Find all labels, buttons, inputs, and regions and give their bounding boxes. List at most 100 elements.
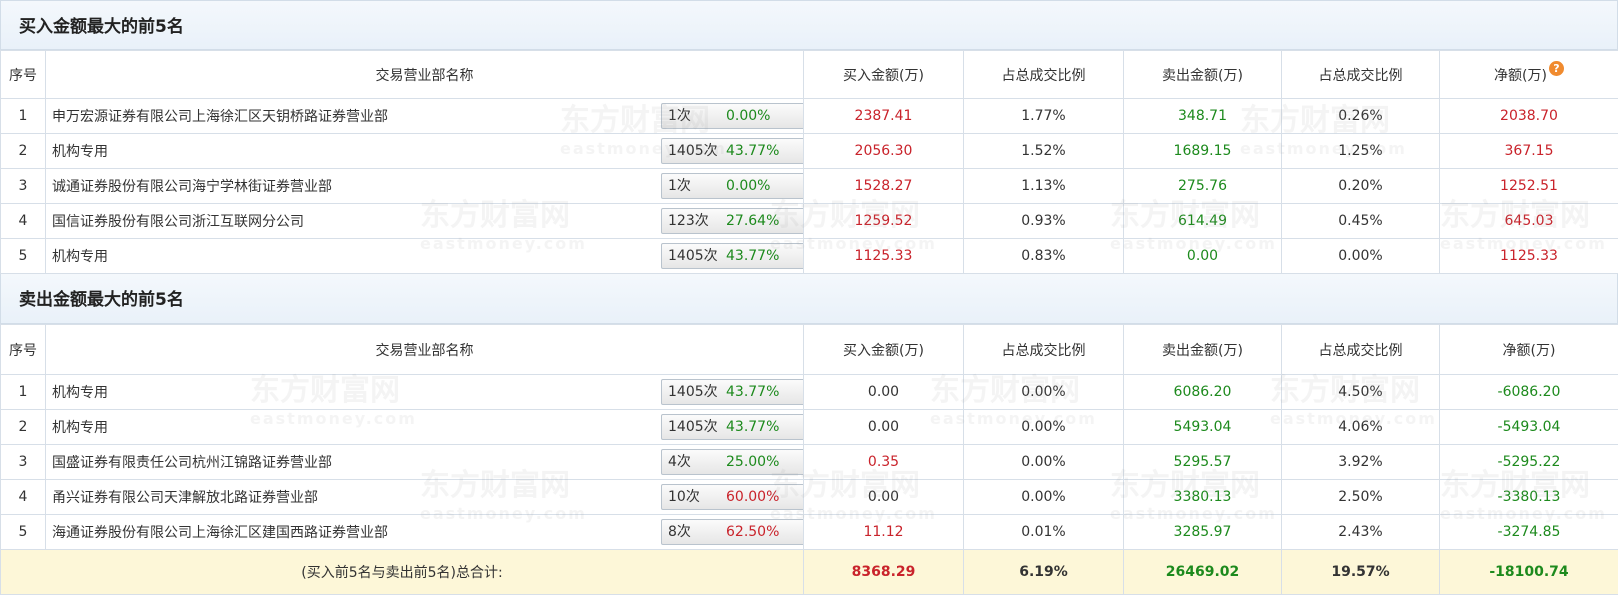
- broker-stats-button[interactable]: 1405次 43.77%: [661, 243, 803, 269]
- net-help-icon[interactable]: ?: [1548, 60, 1564, 76]
- table-row: 3 国盛证券有限责任公司杭州江锦路证券营业部 4次 25.00% 0.35 0.00% 52…: [0, 444, 1618, 480]
- sell-section-title: 卖出金额最大的前5名: [0, 274, 1618, 324]
- broker-stats-button[interactable]: 4次 25.00%: [661, 449, 803, 475]
- row-index: 3: [0, 168, 46, 204]
- dragon-tiger-board: 买入金额最大的前5名 序号 交易营业部名称 买入金额(万) 占总成交比例 卖出金…: [0, 0, 1618, 595]
- broker-name-cell: 申万宏源证券有限公司上海徐汇区天钥桥路证券营业部 1次0.00%?: [45, 98, 804, 134]
- sell-ratio: 0.20%: [1281, 168, 1440, 204]
- col-index: 序号: [0, 50, 46, 99]
- sell-amount: 1689.15: [1123, 133, 1282, 169]
- broker-stats-button[interactable]: 10次 60.00%: [661, 484, 803, 510]
- broker-stats-button[interactable]: 1次0.00%?: [661, 103, 803, 129]
- broker-name-cell: 国信证券股份有限公司浙江互联网分公司 123次 27.64%: [45, 203, 804, 239]
- table-row: 5 海通证券股份有限公司上海徐汇区建国西路证券营业部 8次 62.50% 11.12 0.…: [0, 514, 1618, 550]
- broker-name-link[interactable]: 机构专用: [52, 417, 108, 437]
- row-index: 5: [0, 238, 46, 274]
- row-index: 5: [0, 514, 46, 550]
- broker-stats-button[interactable]: 1405次 43.77%: [661, 138, 803, 164]
- broker-stats-button[interactable]: 8次 62.50%: [661, 519, 803, 545]
- broker-name-link[interactable]: 机构专用: [52, 246, 108, 266]
- buy-ratio: 0.83%: [963, 238, 1124, 274]
- sell-amount: 348.71: [1123, 98, 1282, 134]
- win-rate: 43.77%: [726, 143, 780, 159]
- net-amount: -3380.13: [1439, 479, 1618, 515]
- buy-ratio: 0.00%: [963, 479, 1124, 515]
- trade-count: 1405次: [668, 248, 718, 264]
- table-row: 2 机构专用 1405次 43.77% 2056.30 1.52% 1689.15 1.25%…: [0, 133, 1618, 169]
- col-broker-name: 交易营业部名称: [45, 50, 804, 99]
- broker-stats-button[interactable]: 1405次43.77%?: [661, 379, 803, 405]
- sell-amount: 0.00: [1123, 238, 1282, 274]
- net-amount: -3274.85: [1439, 514, 1618, 550]
- sell-amount: 3380.13: [1123, 479, 1282, 515]
- buy-amount: 0.00: [803, 409, 964, 445]
- broker-name-cell: 机构专用 1405次 43.77%: [45, 238, 804, 274]
- total-net-amount: -18100.74: [1439, 549, 1618, 595]
- buy-section-title: 买入金额最大的前5名: [0, 0, 1618, 50]
- broker-name-link[interactable]: 海通证券股份有限公司上海徐汇区建国西路证券营业部: [52, 522, 388, 542]
- buy-amount: 0.00: [803, 374, 964, 410]
- col-buy-ratio: 占总成交比例: [963, 50, 1124, 99]
- col-net-amount: 净额(万)?: [1439, 50, 1618, 99]
- buy-ratio: 0.93%: [963, 203, 1124, 239]
- sell-table-header-row: 序号 交易营业部名称 买入金额(万) 占总成交比例 卖出金额(万) 占总成交比例…: [0, 324, 1618, 375]
- buy-amount: 1528.27: [803, 168, 964, 204]
- table-row: 5 机构专用 1405次 43.77% 1125.33 0.83% 0.00 0.00% 112…: [0, 238, 1618, 274]
- row-index: 3: [0, 444, 46, 480]
- broker-name-cell: 诚通证券股份有限公司海宁学林街证券营业部 1次 0.00%: [45, 168, 804, 204]
- total-label: (买入前5名与卖出前5名)总合计:: [0, 549, 804, 595]
- sell-top5-table: 序号 交易营业部名称 买入金额(万) 占总成交比例 卖出金额(万) 占总成交比例…: [0, 324, 1618, 595]
- net-amount: 1125.33: [1439, 238, 1618, 274]
- buy-table-header-row: 序号 交易营业部名称 买入金额(万) 占总成交比例 卖出金额(万) 占总成交比例…: [0, 50, 1618, 99]
- broker-name-link[interactable]: 诚通证券股份有限公司海宁学林街证券营业部: [52, 176, 332, 196]
- broker-name-link[interactable]: 国信证券股份有限公司浙江互联网分公司: [52, 211, 304, 231]
- buy-ratio: 0.01%: [963, 514, 1124, 550]
- sell-ratio: 2.43%: [1281, 514, 1440, 550]
- sell-amount: 275.76: [1123, 168, 1282, 204]
- broker-name-link[interactable]: 甬兴证券有限公司天津解放北路证券营业部: [52, 487, 318, 507]
- total-buy-ratio: 6.19%: [963, 549, 1124, 595]
- row-index: 2: [0, 409, 46, 445]
- sell-ratio: 1.25%: [1281, 133, 1440, 169]
- total-sell-amount: 26469.02: [1123, 549, 1282, 595]
- broker-name-link[interactable]: 申万宏源证券有限公司上海徐汇区天钥桥路证券营业部: [52, 106, 388, 126]
- broker-name-link[interactable]: 国盛证券有限责任公司杭州江锦路证券营业部: [52, 452, 332, 472]
- buy-amount: 2387.41: [803, 98, 964, 134]
- sell-ratio: 0.26%: [1281, 98, 1440, 134]
- net-amount: 645.03: [1439, 203, 1618, 239]
- broker-name-link[interactable]: 机构专用: [52, 382, 108, 402]
- table-row: 4 国信证券股份有限公司浙江互联网分公司 123次 27.64% 1259.52 0.93…: [0, 203, 1618, 239]
- row-index: 4: [0, 479, 46, 515]
- broker-stats-button[interactable]: 1次 0.00%: [661, 173, 803, 199]
- buy-ratio: 0.00%: [963, 409, 1124, 445]
- broker-name-cell: 机构专用 1405次 43.77%: [45, 409, 804, 445]
- buy-amount: 0.00: [803, 479, 964, 515]
- sell-ratio: 4.50%: [1281, 374, 1440, 410]
- net-amount: -5493.04: [1439, 409, 1618, 445]
- table-row: 2 机构专用 1405次 43.77% 0.00 0.00% 5493.04 4.06% -54…: [0, 409, 1618, 445]
- broker-name-link[interactable]: 机构专用: [52, 141, 108, 161]
- sell-ratio: 2.50%: [1281, 479, 1440, 515]
- row-index: 2: [0, 133, 46, 169]
- col-sell-ratio: 占总成交比例: [1281, 324, 1440, 375]
- broker-stats-button[interactable]: 1405次 43.77%: [661, 414, 803, 440]
- broker-stats-button[interactable]: 123次 27.64%: [661, 208, 803, 234]
- broker-name-cell: 机构专用 1405次 43.77%: [45, 133, 804, 169]
- row-index: 1: [0, 98, 46, 134]
- broker-name-cell: 国盛证券有限责任公司杭州江锦路证券营业部 4次 25.00%: [45, 444, 804, 480]
- trade-count: 123次: [668, 213, 709, 229]
- sell-ratio: 4.06%: [1281, 409, 1440, 445]
- trade-count: 1405次: [668, 419, 718, 435]
- table-row: 4 甬兴证券有限公司天津解放北路证券营业部 10次 60.00% 0.00 0.00% 33…: [0, 479, 1618, 515]
- table-row: 1 申万宏源证券有限公司上海徐汇区天钥桥路证券营业部 1次0.00%?2387.41…: [0, 98, 1618, 134]
- col-broker-name: 交易营业部名称: [45, 324, 804, 375]
- sell-amount: 5493.04: [1123, 409, 1282, 445]
- win-rate: 0.00%: [726, 178, 771, 194]
- sell-amount: 3285.97: [1123, 514, 1282, 550]
- win-rate: 43.77%: [726, 419, 780, 435]
- buy-amount: 1125.33: [803, 238, 964, 274]
- trade-count: 1405次: [668, 143, 718, 159]
- net-amount: 1252.51: [1439, 168, 1618, 204]
- sell-ratio: 3.92%: [1281, 444, 1440, 480]
- sell-ratio: 0.00%: [1281, 238, 1440, 274]
